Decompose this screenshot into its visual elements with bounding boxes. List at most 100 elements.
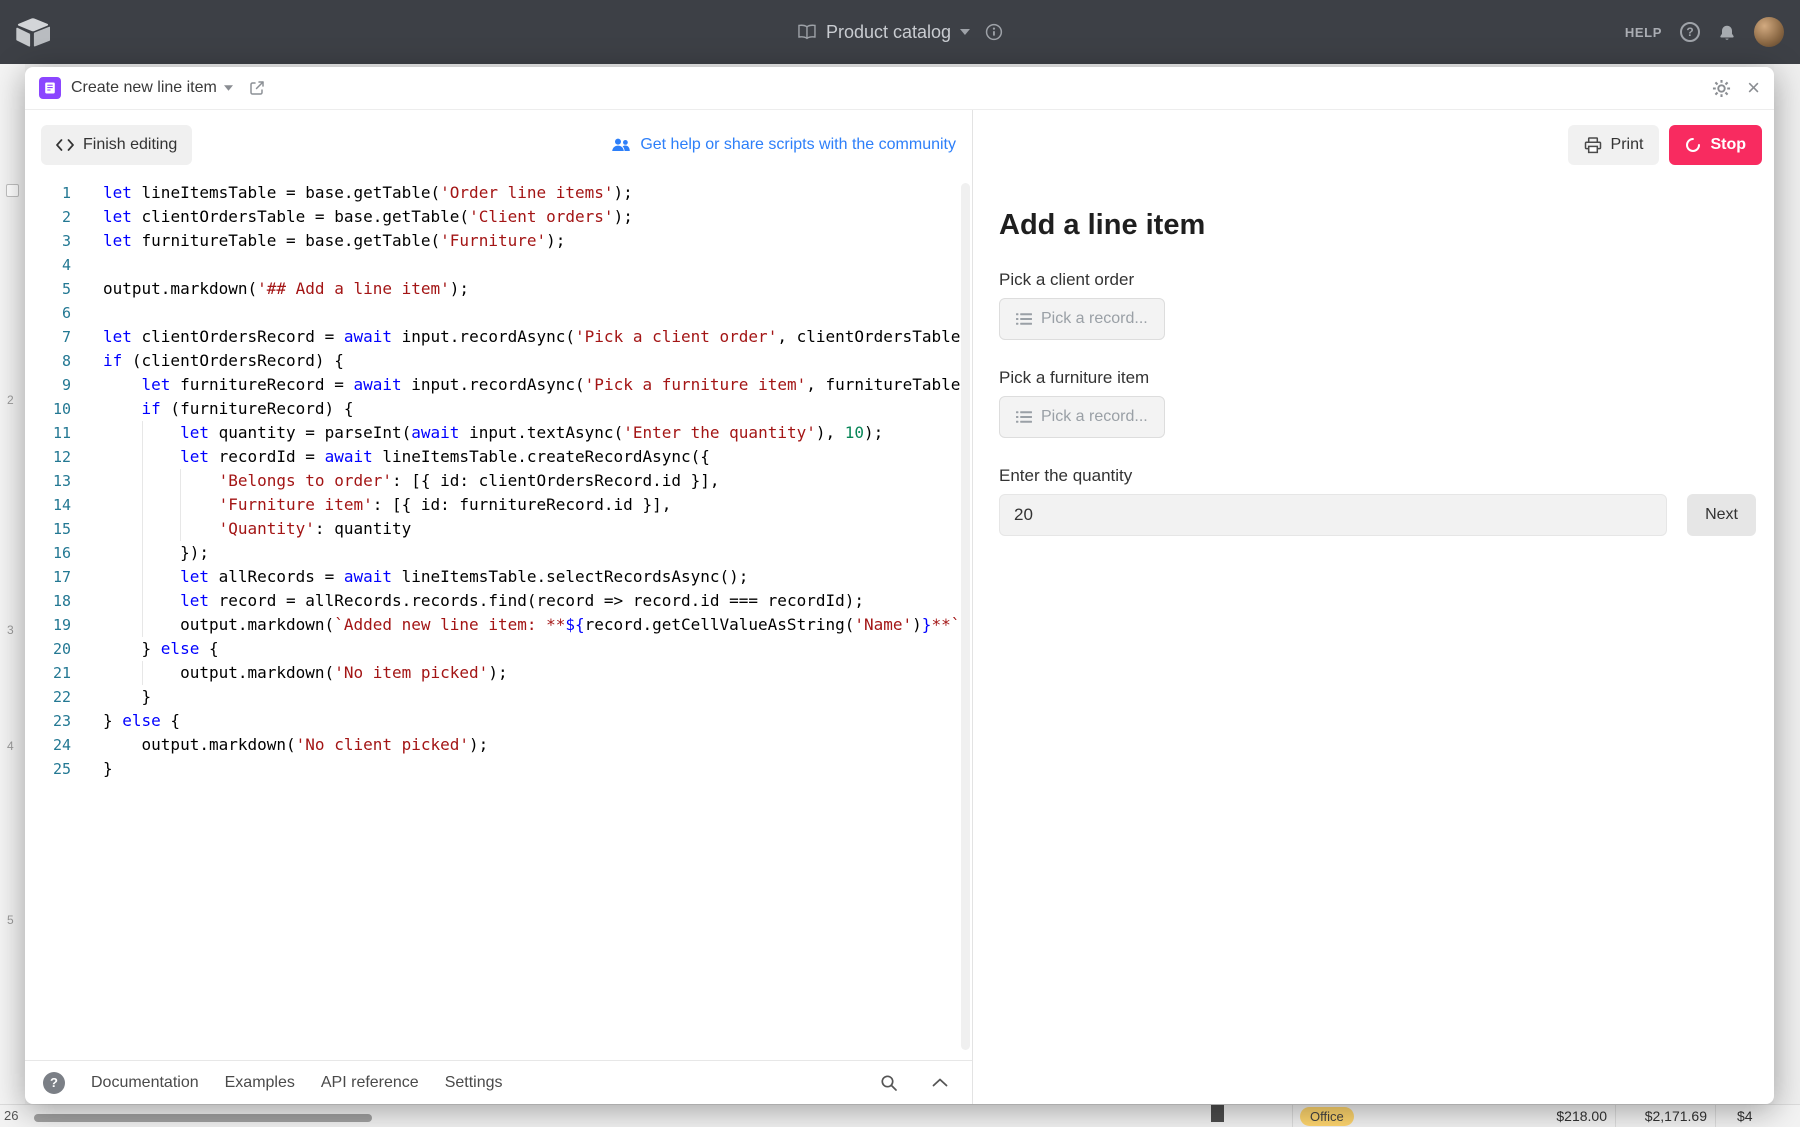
documentation-link[interactable]: Documentation — [91, 1074, 199, 1092]
help-circle-icon[interactable]: ? — [43, 1072, 65, 1094]
search-icon[interactable] — [880, 1074, 898, 1092]
chevron-down-icon[interactable] — [960, 29, 970, 35]
help-label[interactable]: HELP — [1625, 25, 1662, 40]
line-number: 10 — [25, 397, 71, 421]
background-row-number: 5 — [7, 913, 14, 927]
stop-button[interactable]: Stop — [1669, 125, 1762, 165]
code-line[interactable]: if (clientOrdersRecord) { — [103, 349, 972, 373]
line-number: 1 — [25, 181, 71, 205]
code-line[interactable]: let clientOrdersRecord = await input.rec… — [103, 325, 972, 349]
amount-cell[interactable]: $218.00 — [1556, 1108, 1607, 1124]
gear-icon[interactable] — [1712, 79, 1731, 98]
code-line[interactable] — [103, 253, 972, 277]
chevron-down-icon[interactable] — [224, 85, 233, 91]
airtable-logo[interactable] — [16, 17, 50, 47]
line-number: 24 — [25, 733, 71, 757]
code-line[interactable]: 'Furniture item': [{ id: furnitureRecord… — [103, 493, 972, 517]
indent-guide — [180, 469, 181, 493]
record-list-icon — [1016, 410, 1032, 424]
code-line[interactable]: let recordId = await lineItemsTable.crea… — [103, 445, 972, 469]
horizontal-scrollbar[interactable] — [34, 1114, 372, 1122]
code-line[interactable]: } else { — [103, 709, 972, 733]
code-scrollbar[interactable] — [961, 183, 970, 1050]
code-line[interactable]: if (furnitureRecord) { — [103, 397, 972, 421]
indent-guide — [142, 661, 143, 685]
indent-guide — [142, 445, 143, 469]
line-number: 17 — [25, 565, 71, 589]
api-reference-link[interactable]: API reference — [321, 1074, 419, 1092]
background-corner-row-number: 26 — [4, 1108, 18, 1123]
topbar-right: HELP ? — [1625, 17, 1784, 47]
script-title[interactable]: Create new line item — [71, 79, 217, 97]
indent-guide — [142, 517, 143, 541]
print-button-label: Print — [1611, 136, 1644, 154]
code-editor-pane: Finish editing Get help or share scripts… — [25, 110, 973, 1104]
code-line[interactable]: output.markdown('No client picked'); — [103, 733, 972, 757]
code-line[interactable]: 'Belongs to order': [{ id: clientOrdersR… — [103, 469, 972, 493]
modal-body: Finish editing Get help or share scripts… — [25, 110, 1774, 1104]
code-line[interactable]: let record = allRecords.records.find(rec… — [103, 589, 972, 613]
share-icon[interactable] — [249, 80, 265, 96]
line-number: 3 — [25, 229, 71, 253]
client-order-label: Pick a client order — [999, 270, 1756, 290]
indent-guide — [142, 613, 143, 637]
indent-guide — [180, 493, 181, 517]
help-question-icon[interactable]: ? — [1680, 22, 1700, 42]
modal-header-actions: × — [1712, 77, 1760, 99]
pick-furniture-item-button[interactable]: Pick a record... — [999, 396, 1165, 438]
amount-cell[interactable]: $2,171.69 — [1645, 1108, 1707, 1124]
code-line[interactable]: let allRecords = await lineItemsTable.se… — [103, 565, 972, 589]
code-line[interactable]: } — [103, 757, 972, 781]
code-area[interactable]: 1234567891011121314151617181920212223242… — [25, 175, 972, 1060]
bell-icon[interactable] — [1718, 24, 1736, 41]
line-number: 11 — [25, 421, 71, 445]
code-line[interactable] — [103, 301, 972, 325]
collapse-chevron-icon[interactable] — [932, 1078, 948, 1087]
pick-client-order-button[interactable]: Pick a record... — [999, 298, 1165, 340]
info-icon[interactable] — [985, 23, 1003, 41]
avatar[interactable] — [1754, 17, 1784, 47]
line-number: 15 — [25, 517, 71, 541]
code-line[interactable]: output.markdown('## Add a line item'); — [103, 277, 972, 301]
code-lines[interactable]: let lineItemsTable = base.getTable('Orde… — [71, 181, 972, 1060]
code-line[interactable]: let clientOrdersTable = base.getTable('C… — [103, 205, 972, 229]
code-line[interactable]: let lineItemsTable = base.getTable('Orde… — [103, 181, 972, 205]
next-button[interactable]: Next — [1687, 494, 1756, 536]
code-line[interactable]: output.markdown(`Added new line item: **… — [103, 613, 972, 637]
code-line[interactable]: let quantity = parseInt(await input.text… — [103, 421, 972, 445]
background-row-checkbox — [6, 184, 19, 197]
indent-guide — [142, 541, 143, 565]
furniture-item-label: Pick a furniture item — [999, 368, 1756, 388]
code-line[interactable]: let furnitureTable = base.getTable('Furn… — [103, 229, 972, 253]
topbar: Product catalog HELP ? — [0, 0, 1800, 64]
code-line[interactable]: } else { — [103, 637, 972, 661]
background-right-strip — [1774, 64, 1800, 1104]
code-line[interactable]: }); — [103, 541, 972, 565]
finish-editing-label: Finish editing — [83, 136, 177, 154]
settings-link[interactable]: Settings — [445, 1074, 503, 1092]
code-gutter: 1234567891011121314151617181920212223242… — [25, 181, 71, 1060]
close-icon[interactable]: × — [1747, 77, 1760, 99]
line-number: 16 — [25, 541, 71, 565]
community-link[interactable]: Get help or share scripts with the commu… — [611, 136, 956, 154]
examples-link[interactable]: Examples — [225, 1074, 295, 1092]
quantity-input[interactable] — [999, 494, 1667, 536]
line-number: 7 — [25, 325, 71, 349]
line-number: 25 — [25, 757, 71, 781]
print-button[interactable]: Print — [1568, 125, 1660, 165]
line-number: 4 — [25, 253, 71, 277]
code-line[interactable]: output.markdown('No item picked'); — [103, 661, 972, 685]
base-title-group[interactable]: Product catalog — [797, 22, 1003, 43]
finish-editing-button[interactable]: Finish editing — [41, 125, 192, 165]
output-toolbar: Print Stop — [973, 110, 1774, 165]
scrollbar-corner[interactable] — [1211, 1105, 1224, 1122]
category-cell-pill[interactable]: Office — [1300, 1107, 1354, 1126]
code-line[interactable]: 'Quantity': quantity — [103, 517, 972, 541]
amount-cell[interactable]: $4 — [1737, 1108, 1753, 1124]
code-line[interactable]: let furnitureRecord = await input.record… — [103, 373, 972, 397]
help-bar-actions — [880, 1074, 954, 1092]
code-line[interactable]: } — [103, 685, 972, 709]
line-number: 23 — [25, 709, 71, 733]
line-number: 9 — [25, 373, 71, 397]
output-heading: Add a line item — [999, 209, 1756, 242]
